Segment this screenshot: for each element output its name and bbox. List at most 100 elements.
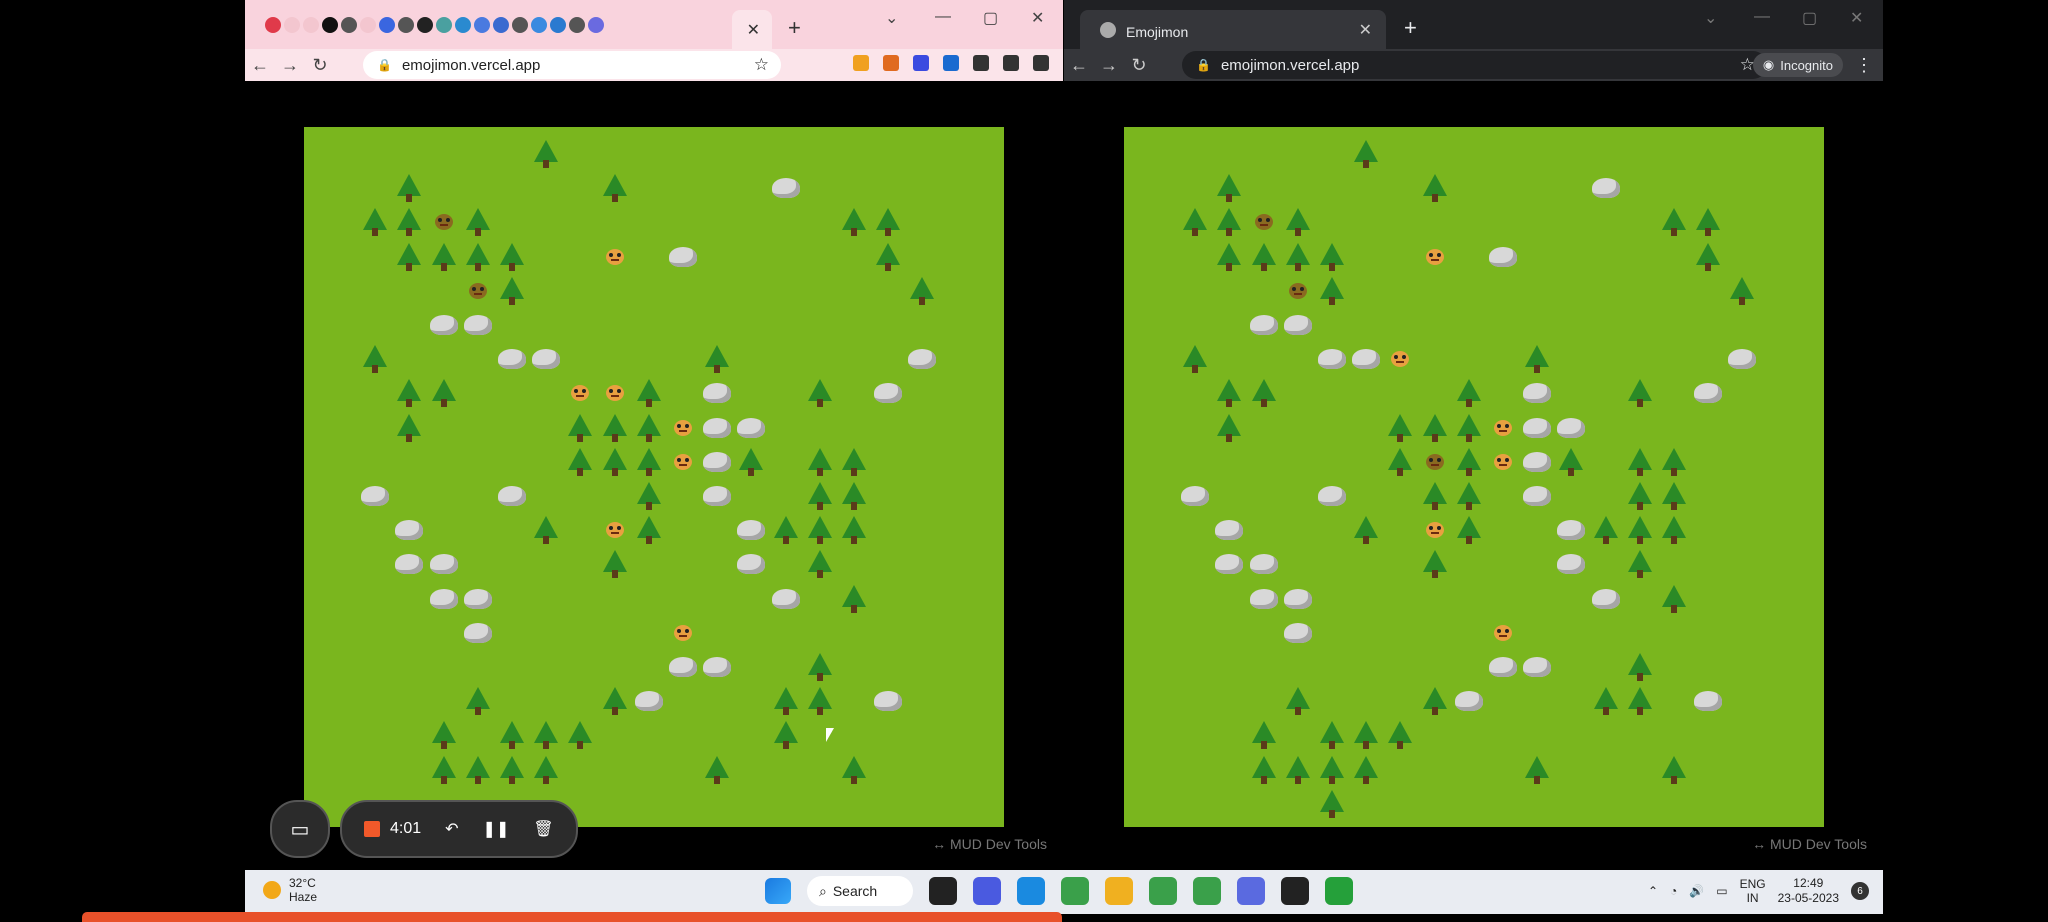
tree-tile (905, 274, 939, 308)
extension-icon[interactable] (883, 55, 899, 71)
forward-icon[interactable]: → (1094, 55, 1124, 76)
forward-icon[interactable]: → (275, 55, 305, 76)
taskbar-app-icon[interactable] (1325, 877, 1353, 905)
tree-tile (871, 240, 905, 274)
new-tab-button[interactable]: + (1404, 15, 1417, 41)
menu-icon[interactable]: ⋮ (1849, 55, 1879, 76)
game-map[interactable] (1124, 127, 1824, 827)
taskbar-app-icon[interactable] (1105, 877, 1133, 905)
volume-icon[interactable]: 🔊 (1689, 884, 1704, 898)
tab-search-icon[interactable]: ⌄ (1704, 8, 1717, 28)
pinned-tab-icon[interactable] (398, 17, 414, 33)
extension-icon[interactable] (1033, 55, 1049, 71)
minimize-icon[interactable]: — (935, 8, 951, 26)
close-window-icon[interactable]: ✕ (1850, 8, 1863, 28)
tree-tile (837, 753, 871, 787)
tree-tile (632, 445, 666, 479)
pinned-tab-icon[interactable] (265, 17, 281, 33)
taskbar-app-icon[interactable] (1017, 877, 1045, 905)
reload-icon[interactable]: ↻ (305, 55, 335, 76)
camera-icon[interactable]: ▭ (270, 800, 330, 858)
rock-icon (1489, 246, 1517, 267)
pinned-tabs[interactable] (265, 17, 604, 33)
pinned-tab-icon[interactable] (436, 17, 452, 33)
taskbar-app-icon[interactable] (1237, 877, 1265, 905)
maximize-icon[interactable]: ▢ (983, 8, 998, 28)
address-bar[interactable]: 🔒 emojimon.vercel.app ☆ (1182, 51, 1767, 79)
taskbar-app-icon[interactable] (973, 877, 1001, 905)
tree-icon (397, 174, 422, 203)
pause-icon[interactable]: ❚❚ (483, 819, 510, 839)
chevron-up-icon[interactable]: ⌃ (1648, 884, 1658, 898)
rock-icon (1591, 178, 1620, 199)
weather-widget[interactable]: 32°C Haze (263, 876, 317, 904)
taskbar-app-icon[interactable] (1061, 877, 1089, 905)
tree-icon (534, 721, 559, 750)
close-tab-icon[interactable]: ✕ (1359, 20, 1372, 40)
reload-icon[interactable]: ↻ (1124, 55, 1154, 76)
address-bar[interactable]: 🔒 emojimon.vercel.app ☆ (363, 51, 781, 79)
pinned-tab-icon[interactable] (341, 17, 357, 33)
extension-icon[interactable] (1003, 55, 1019, 71)
close-tab-icon[interactable]: ✕ (747, 20, 760, 40)
pinned-tab-icon[interactable] (455, 17, 471, 33)
incognito-badge[interactable]: ◉ Incognito (1752, 53, 1843, 77)
rock-tile (1725, 342, 1759, 376)
pinned-tab-icon[interactable] (417, 17, 433, 33)
extension-icon[interactable] (943, 55, 959, 71)
battery-icon[interactable]: ▭ (1716, 884, 1727, 898)
pinned-tab-icon[interactable] (284, 17, 300, 33)
taskbar-app-icon[interactable] (1281, 877, 1309, 905)
extensions-area[interactable] (853, 55, 1049, 71)
clock[interactable]: 12:49 23-05-2023 (1778, 876, 1839, 906)
tree-tile (1212, 376, 1246, 410)
rock-icon (395, 520, 424, 541)
pinned-tab-icon[interactable] (493, 17, 509, 33)
mud-dev-tools-label[interactable]: ↔ MUD Dev Tools (932, 836, 1047, 852)
extension-icon[interactable] (853, 55, 869, 71)
pinned-tab-icon[interactable] (512, 17, 528, 33)
back-icon[interactable]: ← (245, 55, 275, 76)
tree-tile (563, 411, 597, 445)
mud-dev-tools-label[interactable]: ↔ MUD Dev Tools (1752, 836, 1867, 852)
wifi-icon[interactable]: ◔ (1670, 884, 1677, 898)
tree-icon (602, 413, 627, 442)
active-tab[interactable]: ✕ (732, 10, 772, 50)
pinned-tab-icon[interactable] (588, 17, 604, 33)
tree-tile (1554, 445, 1588, 479)
tree-tile (529, 513, 563, 547)
close-window-icon[interactable]: ✕ (1031, 8, 1044, 28)
back-icon[interactable]: ← (1064, 55, 1094, 76)
pinned-tab-icon[interactable] (322, 17, 338, 33)
extension-icon[interactable] (913, 55, 929, 71)
rock-icon (669, 246, 697, 267)
new-tab-button[interactable]: + (788, 15, 801, 41)
notification-badge[interactable]: 6 (1851, 882, 1869, 900)
trash-icon[interactable]: 🗑 (533, 819, 553, 839)
search-button[interactable]: ⌕ Search (807, 876, 913, 906)
pinned-tab-icon[interactable] (474, 17, 490, 33)
tree-tile (1281, 753, 1315, 787)
undo-icon[interactable]: ↶ (445, 819, 458, 839)
stop-recording-icon[interactable] (364, 821, 380, 837)
pinned-tab-icon[interactable] (379, 17, 395, 33)
pinned-tab-icon[interactable] (550, 17, 566, 33)
pinned-tab-icon[interactable] (531, 17, 547, 33)
taskbar-app-icon[interactable] (1149, 877, 1177, 905)
language-indicator[interactable]: ENG IN (1740, 877, 1766, 905)
taskbar-app-icon[interactable] (1193, 877, 1221, 905)
start-icon[interactable] (765, 878, 791, 904)
pinned-tab-icon[interactable] (360, 17, 376, 33)
maximize-icon[interactable]: ▢ (1802, 8, 1817, 28)
minimize-icon[interactable]: — (1754, 8, 1770, 26)
tab-search-icon[interactable]: ⌄ (885, 8, 898, 28)
extension-icon[interactable] (973, 55, 989, 71)
bookmark-star-icon[interactable]: ☆ (754, 55, 769, 75)
pinned-tab-icon[interactable] (569, 17, 585, 33)
taskbar-app-icon[interactable] (929, 877, 957, 905)
tree-icon (1285, 755, 1310, 784)
active-tab[interactable]: Emojimon ✕ (1080, 10, 1386, 50)
game-map[interactable] (304, 127, 1004, 827)
tree-icon (465, 755, 490, 784)
pinned-tab-icon[interactable] (303, 17, 319, 33)
